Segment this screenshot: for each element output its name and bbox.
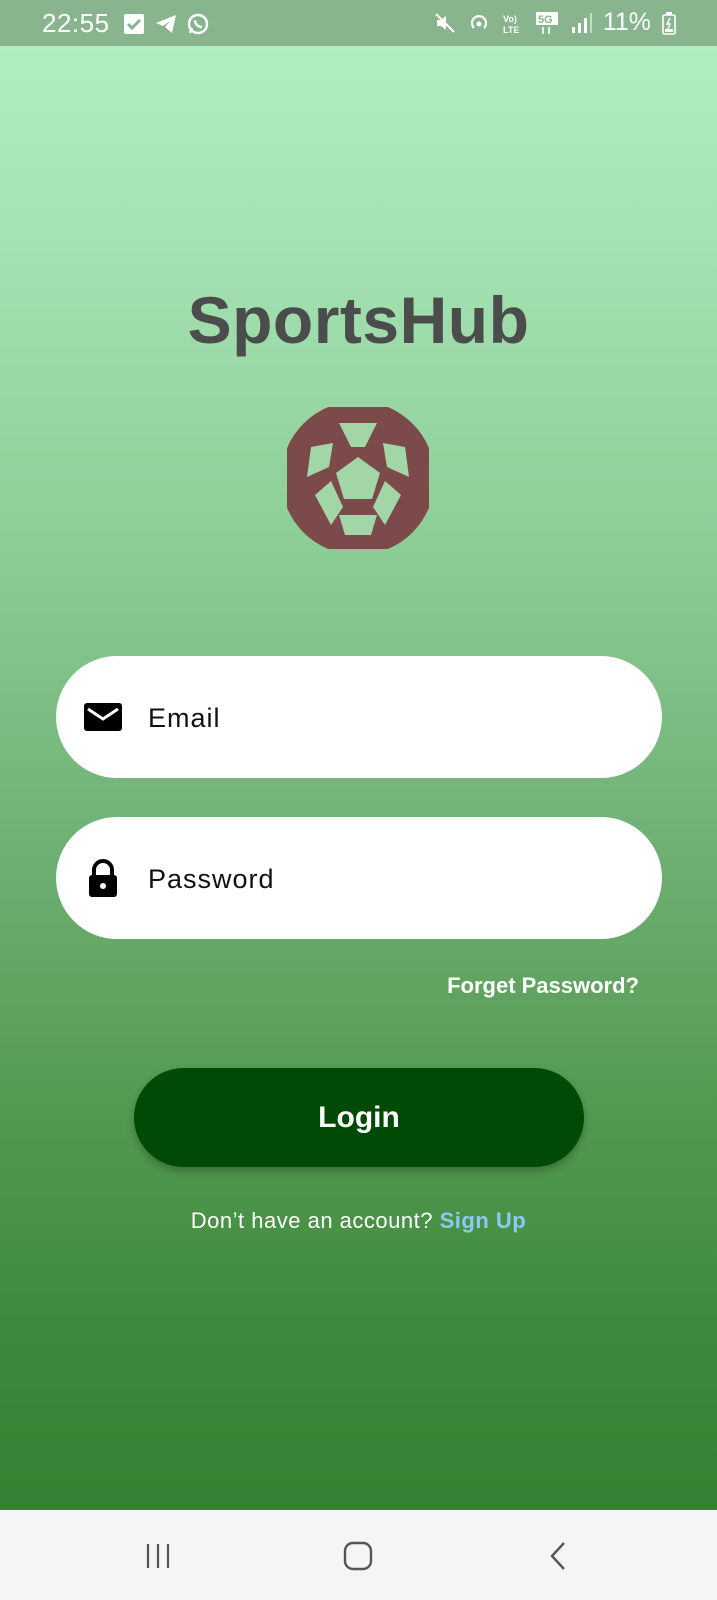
email-input[interactable] (146, 686, 630, 750)
5g-icon: 5G (535, 11, 558, 34)
svg-text:5G: 5G (538, 14, 553, 26)
home-icon (343, 1541, 373, 1571)
login-button[interactable]: Login (134, 1068, 584, 1167)
notification-icons (122, 12, 210, 36)
telegram-icon (156, 15, 176, 33)
password-input[interactable] (146, 847, 630, 911)
svg-text:LTE: LTE (503, 25, 519, 35)
system-status-icons: Vo) LTE 5G 11% (433, 8, 677, 37)
soccer-ball-icon (287, 407, 429, 549)
email-field[interactable] (56, 656, 662, 778)
signal-icon (571, 12, 592, 33)
recent-apps-icon (146, 1544, 170, 1568)
forgot-password-link[interactable]: Forget Password? (447, 973, 639, 999)
password-field[interactable] (56, 817, 662, 939)
lock-icon (89, 859, 117, 897)
recent-apps-button[interactable] (136, 1538, 180, 1574)
battery-charging-icon (662, 11, 676, 35)
navigation-bar (0, 1510, 717, 1600)
svg-text:Vo): Vo) (503, 14, 517, 24)
status-bar: 22:55 Vo) LTE 5G 11% (0, 0, 717, 46)
whatsapp-icon (187, 13, 209, 35)
signup-link[interactable]: Sign Up (440, 1208, 527, 1233)
back-button[interactable] (536, 1538, 580, 1574)
app-title: SportsHub (187, 283, 530, 357)
volte-icon: Vo) LTE (503, 14, 519, 35)
mute-icon (435, 12, 455, 33)
status-time: 22:55 (42, 8, 110, 38)
hotspot-icon (470, 14, 487, 29)
back-icon (550, 1542, 565, 1570)
checkbox-icon (124, 14, 144, 34)
signup-prompt: Don’t have an account? (190, 1208, 433, 1233)
home-button[interactable] (336, 1538, 380, 1574)
battery-percent: 11% (602, 8, 651, 36)
signup-row: Don’t have an account? Sign Up (0, 1208, 717, 1234)
mail-icon (84, 703, 122, 731)
